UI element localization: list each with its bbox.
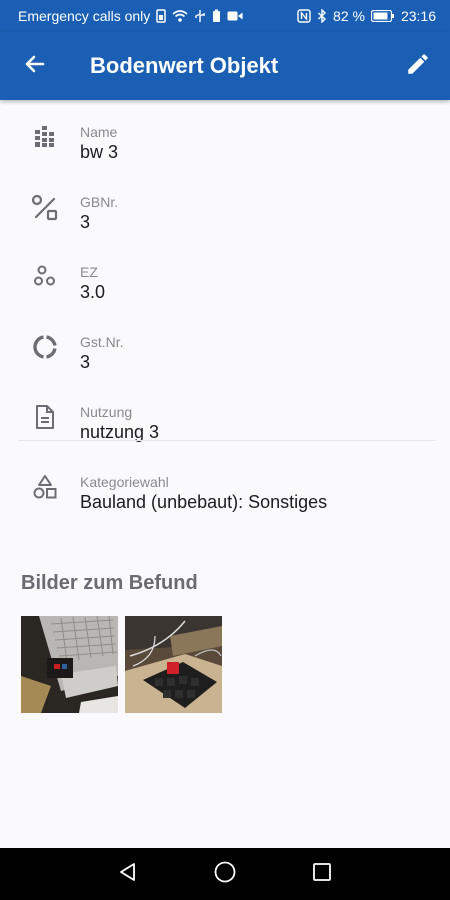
edit-button[interactable] — [386, 32, 450, 100]
status-bar: Emergency calls only 82 % 23:16 — [0, 0, 450, 32]
photo-gallery — [21, 616, 222, 713]
images-section-title: Bilder zum Befund — [21, 572, 198, 594]
wifi-icon — [172, 9, 188, 23]
field-value: 3 — [80, 352, 91, 372]
document-icon — [0, 404, 80, 430]
field-value: 3.0 — [80, 282, 106, 302]
field-label: Gst.Nr. — [80, 334, 124, 350]
arrow-left-icon — [23, 52, 47, 81]
shapes-icon — [0, 474, 80, 500]
field-gbnr: GBNr. 3 — [0, 170, 450, 240]
field-value: Bauland (unbebaut): Sonstiges — [80, 492, 328, 512]
field-label: Nutzung — [80, 404, 133, 420]
field-gstnr: Gst.Nr. 3 — [0, 310, 450, 380]
route-icon — [0, 194, 80, 222]
video-icon — [227, 10, 243, 22]
field-value: 3 — [80, 212, 91, 232]
nfc-icon — [297, 9, 311, 23]
field-label: Kategoriewahl — [80, 474, 169, 490]
battery-percent: 82 % — [333, 8, 365, 24]
back-triangle-icon — [117, 861, 139, 888]
app-bar: Bodenwert Objekt — [0, 32, 450, 100]
carrier-text: Emergency calls only — [18, 8, 151, 24]
circles-icon — [0, 264, 80, 288]
clock: 23:16 — [400, 8, 436, 24]
field-label: GBNr. — [80, 194, 119, 210]
field-kategoriewahl: Kategoriewahl Bauland (unbebaut): Sonsti… — [0, 450, 450, 520]
donut-icon — [0, 334, 80, 360]
building-icon — [0, 124, 80, 148]
photo-thumbnail-keyboard[interactable] — [125, 616, 222, 713]
page-title: Bodenwert Objekt — [90, 53, 279, 78]
status-bar-right: 82 % 23:16 — [297, 8, 436, 24]
back-button[interactable] — [0, 32, 70, 100]
field-label: Name — [80, 124, 118, 140]
nav-home-button[interactable] — [200, 849, 250, 899]
home-circle-icon — [213, 860, 237, 889]
field-name: Name bw 3 — [0, 100, 450, 170]
battery-icon — [370, 10, 395, 22]
sim-icon — [156, 9, 167, 23]
detail-content: Name bw 3 GBNr. 3 EZ 3.0 Gst.Nr. 3 Nutzu… — [0, 100, 450, 520]
status-bar-left: Emergency calls only — [18, 8, 243, 24]
nav-recents-button[interactable] — [297, 849, 347, 899]
usb-icon — [194, 9, 206, 23]
field-label: EZ — [80, 264, 98, 280]
bluetooth-icon — [317, 9, 327, 23]
field-ez: EZ 3.0 — [0, 240, 450, 310]
system-nav-bar — [0, 848, 450, 900]
pencil-icon — [405, 51, 431, 82]
field-value: bw 3 — [80, 142, 119, 162]
nav-back-button[interactable] — [103, 849, 153, 899]
battery-saver-icon — [212, 9, 221, 23]
photo-thumbnail-laptop[interactable] — [21, 616, 118, 713]
divider — [18, 440, 436, 441]
recents-square-icon — [312, 862, 332, 887]
